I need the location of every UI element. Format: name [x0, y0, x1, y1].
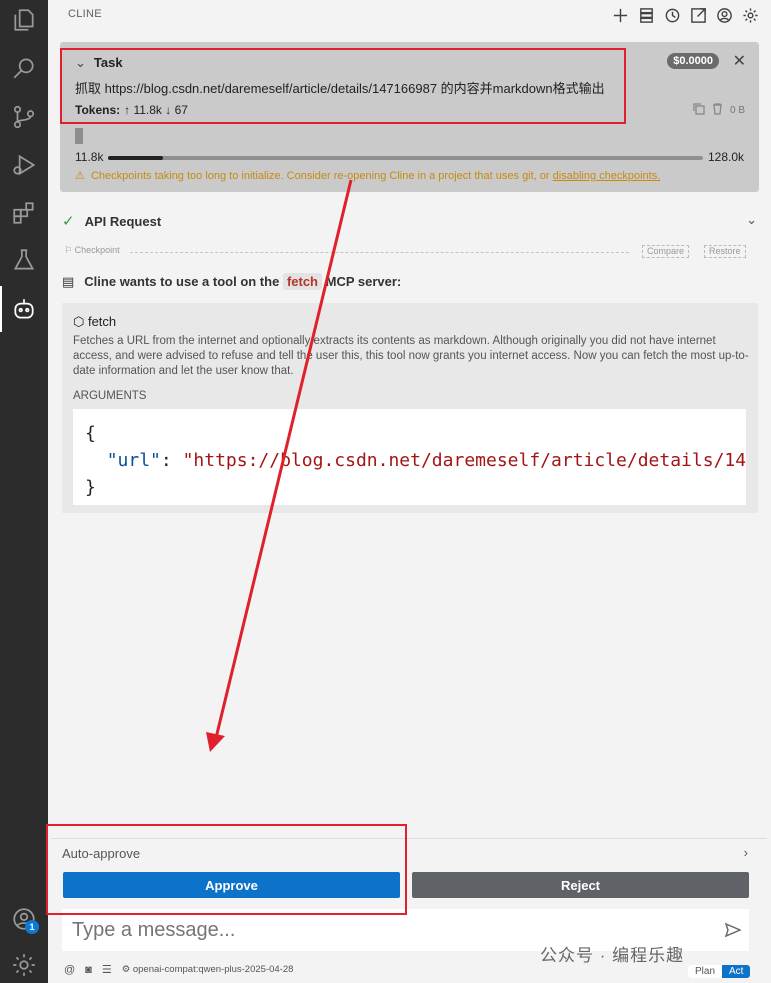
annotation-arrow	[206, 179, 353, 752]
screenshot-root: 1 CLINE ⌄ Task $0.0000 ✕ 抓取 https://blog.…	[0, 0, 771, 983]
